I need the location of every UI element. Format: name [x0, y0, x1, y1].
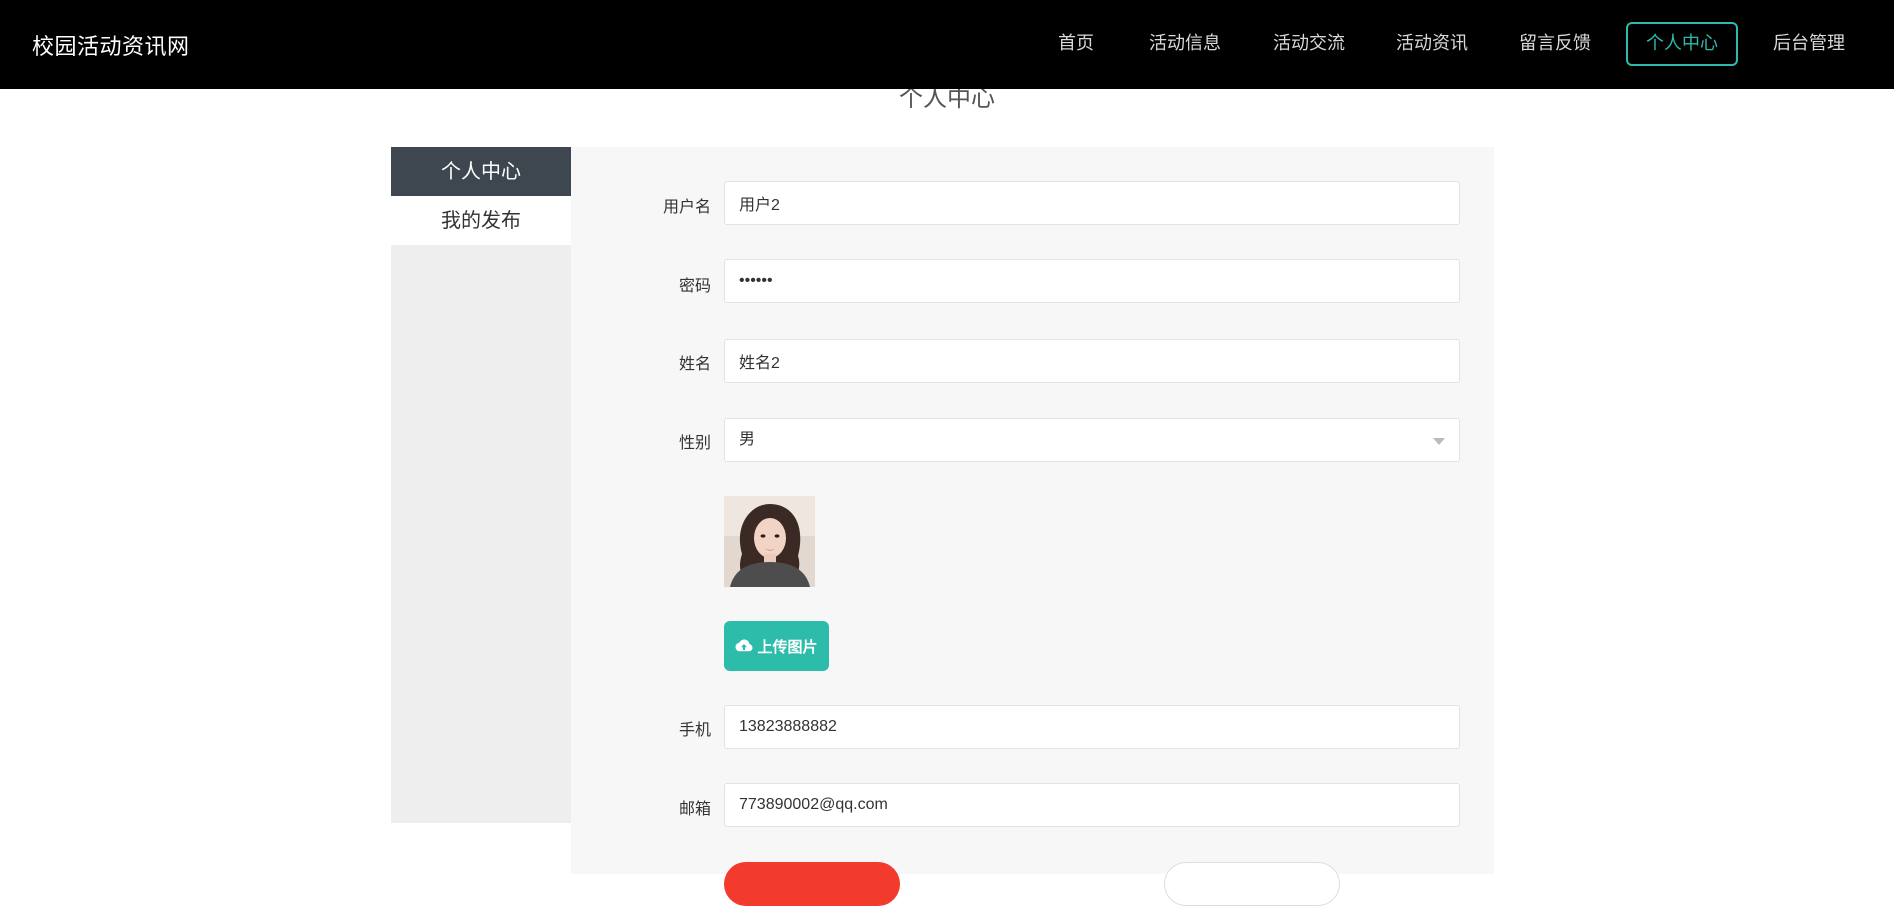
- chevron-down-icon: [1433, 438, 1445, 445]
- gender-select-value: 男: [739, 431, 756, 448]
- phone-input[interactable]: [724, 705, 1460, 749]
- name-input[interactable]: [724, 339, 1460, 383]
- gender-label: 性别: [678, 433, 711, 452]
- nav-item-home[interactable]: 首页: [1048, 22, 1104, 66]
- nav-item-activity-news[interactable]: 活动资讯: [1393, 22, 1471, 66]
- nav-item-activity-exchange[interactable]: 活动交流: [1270, 22, 1348, 66]
- nav-item-activity-info[interactable]: 活动信息: [1146, 22, 1224, 66]
- sidebar: 个人中心 我的发布: [391, 147, 571, 823]
- logout-button[interactable]: [1164, 862, 1340, 906]
- upload-image-button[interactable]: 上传图片: [724, 621, 829, 671]
- page-scrollbar[interactable]: [1888, 89, 1894, 874]
- nav-item-admin[interactable]: 后台管理: [1770, 22, 1848, 66]
- gender-select[interactable]: 男: [724, 418, 1460, 462]
- email-label: 邮箱: [678, 799, 711, 818]
- sidebar-item-my-posts[interactable]: 我的发布: [391, 196, 571, 245]
- username-input[interactable]: [724, 181, 1460, 225]
- update-info-button[interactable]: [724, 862, 900, 906]
- nav-item-feedback[interactable]: 留言反馈: [1516, 22, 1594, 66]
- username-label: 用户名: [662, 197, 711, 216]
- password-input[interactable]: ••••••: [724, 259, 1460, 303]
- top-navigation-bar: 校园活动资讯网 首页 活动信息 活动交流 活动资讯 留言反馈 个人中心 后台管理: [0, 0, 1894, 89]
- upload-image-label: 上传图片: [757, 637, 818, 656]
- avatar-image: [724, 496, 815, 587]
- profile-form-panel: [571, 147, 1494, 874]
- phone-label: 手机: [678, 720, 711, 739]
- site-brand[interactable]: 校园活动资讯网: [32, 29, 190, 61]
- password-label: 密码: [678, 276, 711, 295]
- email-input[interactable]: [724, 783, 1460, 827]
- cloud-upload-icon: [735, 639, 753, 652]
- nav-item-personal-center[interactable]: 个人中心: [1626, 22, 1738, 66]
- name-label: 姓名: [678, 354, 711, 373]
- sidebar-item-personal-center[interactable]: 个人中心: [391, 147, 571, 196]
